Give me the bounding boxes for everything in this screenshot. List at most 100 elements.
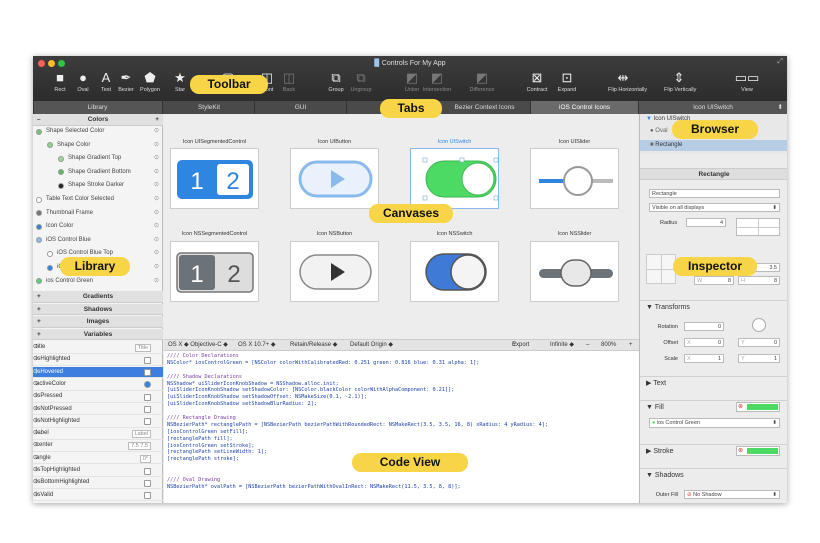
rotation-knob[interactable] bbox=[752, 318, 766, 332]
variable-checkbox[interactable] bbox=[144, 492, 151, 500]
zoom-in-button[interactable]: + bbox=[629, 340, 633, 351]
canvas-title[interactable]: Icon NSSlider bbox=[530, 231, 619, 237]
radius-field[interactable]: 4 bbox=[686, 218, 726, 227]
origin-select[interactable]: Default Origin ◆ bbox=[350, 340, 393, 351]
corner-radius-widget[interactable] bbox=[736, 218, 780, 236]
tab-gui[interactable]: GUI bbox=[255, 101, 347, 114]
remove-icon[interactable]: ⊗ bbox=[738, 447, 743, 454]
gear-icon[interactable]: ⊙ bbox=[154, 208, 159, 220]
language-select[interactable]: OS X ◆ Objective-C ◆ bbox=[168, 340, 228, 351]
collapse-icon[interactable]: – bbox=[37, 114, 41, 126]
gear-icon[interactable]: ⊙ bbox=[154, 180, 159, 192]
color-item[interactable]: Shape Stroke Darker ⊙ bbox=[33, 180, 163, 192]
offset-y-field[interactable]: Y0 bbox=[738, 338, 780, 347]
outer-shadow-select[interactable]: ⊘ No Shadow ⬍ bbox=[684, 490, 780, 499]
variable-checkbox[interactable] bbox=[144, 356, 151, 364]
expand-icon[interactable]: + bbox=[37, 304, 41, 316]
variable-row[interactable]: isBottomHighlighted ⊙ bbox=[33, 477, 163, 490]
canvas-title[interactable]: Icon NSSegmentedControl bbox=[170, 231, 259, 237]
canvas-ui-slider[interactable] bbox=[530, 148, 619, 209]
variable-color-swatch[interactable] bbox=[144, 381, 151, 389]
canvas-ui-switch[interactable] bbox=[410, 148, 499, 209]
variable-row[interactable]: isNotPressed ⊙ bbox=[33, 404, 163, 416]
canvas-title[interactable]: Icon UIButton bbox=[290, 139, 379, 145]
tool-view[interactable]: ▭▭ View bbox=[732, 70, 762, 93]
variable-checkbox[interactable] bbox=[144, 406, 151, 413]
canvas-title[interactable]: Icon UISlider bbox=[530, 139, 619, 145]
color-item[interactable]: Shape Selected Color ⊙ bbox=[33, 126, 163, 138]
variable-row[interactable]: isHighlighted ⊙ bbox=[33, 354, 163, 367]
variable-row[interactable]: isHovered ✓ ⊙ bbox=[33, 366, 163, 379]
remove-icon[interactable]: ⊗ bbox=[738, 403, 743, 410]
gear-icon[interactable]: ⊙ bbox=[154, 262, 159, 274]
canvas-title[interactable]: Icon NSButton bbox=[290, 231, 379, 237]
variable-checkbox[interactable] bbox=[144, 467, 151, 475]
gear-icon[interactable]: ⊙ bbox=[154, 167, 159, 179]
width-field[interactable]: W8 bbox=[694, 276, 734, 285]
variable-value-field[interactable]: 7.5 7.5 bbox=[128, 442, 151, 451]
shape-name-field[interactable]: Rectangle bbox=[649, 189, 780, 198]
tool-back[interactable]: ◫ Back bbox=[274, 70, 304, 93]
gear-icon[interactable]: ⊙ bbox=[154, 194, 159, 206]
memory-select[interactable]: Retain/Release ◆ bbox=[290, 340, 337, 351]
canvas-area[interactable]: Icon UISegmentedControl Icon UIButton Icon… bbox=[164, 114, 639, 339]
fill-color-well[interactable]: ⊗ bbox=[736, 402, 780, 412]
tool-intersection[interactable]: ◩ Intersection bbox=[422, 70, 452, 93]
canvas-ns-slider[interactable] bbox=[530, 241, 619, 302]
variable-checkbox[interactable] bbox=[144, 393, 151, 401]
inspector-tab-header[interactable]: Icon UISwitch ⬍ bbox=[639, 101, 787, 114]
code-view[interactable]: //// Color Declarations NSColor* iosContr… bbox=[164, 351, 639, 503]
height-field[interactable]: H8 bbox=[738, 276, 780, 285]
variable-checkbox[interactable]: ✓ bbox=[144, 369, 151, 378]
section-header-images[interactable]: + Images bbox=[33, 316, 163, 328]
canvas-ns-switch[interactable] bbox=[410, 241, 499, 302]
variable-row[interactable]: isValid ⊙ bbox=[33, 490, 163, 502]
color-item[interactable]: Shape Gradient Top ⊙ bbox=[33, 153, 163, 165]
tool-ungroup[interactable]: ⧉ Ungroup bbox=[346, 70, 376, 93]
color-item[interactable]: Icon Color ⊙ bbox=[33, 221, 163, 233]
color-item[interactable]: Table Text Color Selected ⊙ bbox=[33, 194, 163, 206]
visibility-select[interactable]: Visible on all displays ⬍ bbox=[649, 203, 780, 212]
canvas-title[interactable]: Icon UISwitch bbox=[410, 139, 499, 145]
target-select[interactable]: OS X 10.7+ ◆ bbox=[238, 340, 275, 351]
variable-row[interactable]: isTopHighlighted ⊙ bbox=[33, 465, 163, 477]
infinite-select[interactable]: Infinite ◆ bbox=[550, 340, 574, 351]
canvas-title[interactable]: Icon NSSwitch bbox=[410, 231, 499, 237]
color-item[interactable]: Shape Color ⊙ bbox=[33, 140, 163, 152]
canvas-ns-button[interactable] bbox=[290, 241, 379, 302]
variable-row[interactable]: title Title ⊙ bbox=[33, 342, 163, 354]
tab-ios-control-icons[interactable]: iOS Control Icons bbox=[531, 101, 639, 114]
tab-bezier-context-icons[interactable]: Bezier Context Icons bbox=[439, 101, 531, 114]
variable-row[interactable]: isPressed ⊙ bbox=[33, 391, 163, 403]
stroke-color-well[interactable]: ⊗ bbox=[736, 446, 780, 456]
gear-icon[interactable]: ⊙ bbox=[154, 235, 159, 247]
section-header-variables[interactable]: + Variables bbox=[33, 328, 163, 340]
section-header-gradients[interactable]: + Gradients bbox=[33, 291, 163, 303]
tool-flip-vertically[interactable]: ⇕ Flip Vertically bbox=[664, 70, 696, 93]
tool-polygon[interactable]: ⬟ Polygon bbox=[135, 70, 165, 93]
canvas-title[interactable]: Icon UISegmentedControl bbox=[170, 139, 259, 145]
rotation-field[interactable]: 0 bbox=[684, 322, 724, 331]
gear-icon[interactable]: ⊙ bbox=[154, 221, 159, 233]
color-item[interactable]: Thumbnail Frame ⊙ bbox=[33, 208, 163, 220]
variable-checkbox[interactable] bbox=[144, 479, 151, 487]
color-item[interactable]: Shape Gradient Bottom ⊙ bbox=[33, 167, 163, 179]
anchor-grid-widget[interactable] bbox=[646, 254, 676, 284]
offset-x-field[interactable]: X0 bbox=[684, 338, 724, 347]
variable-row[interactable]: angle 0° ⊙ bbox=[33, 453, 163, 465]
variable-value-field[interactable]: Title bbox=[134, 344, 151, 352]
tool-expand[interactable]: ⊡ Expand bbox=[552, 70, 582, 93]
gear-icon[interactable]: ⊙ bbox=[154, 140, 159, 152]
canvas-ui-segmented-control[interactable]: 1 2 bbox=[170, 148, 259, 209]
browser-item-rectangle[interactable]: ■ Rectangle bbox=[640, 140, 787, 151]
color-item[interactable]: iOS Control Blue ⊙ bbox=[33, 235, 163, 247]
add-icon[interactable]: + bbox=[155, 114, 159, 126]
gear-icon[interactable]: ⊙ bbox=[154, 126, 159, 138]
tab-stylekit[interactable]: StyleKit bbox=[164, 101, 255, 114]
colors-section-header[interactable]: – Colors + bbox=[33, 114, 163, 126]
scale-x-field[interactable]: X1 bbox=[684, 354, 724, 363]
color-item[interactable]: ios Control Green ⊙ bbox=[33, 276, 163, 288]
gear-icon[interactable]: ⊙ bbox=[154, 248, 159, 260]
gear-icon[interactable]: ⊙ bbox=[154, 276, 159, 288]
expand-icon[interactable]: + bbox=[37, 316, 41, 328]
